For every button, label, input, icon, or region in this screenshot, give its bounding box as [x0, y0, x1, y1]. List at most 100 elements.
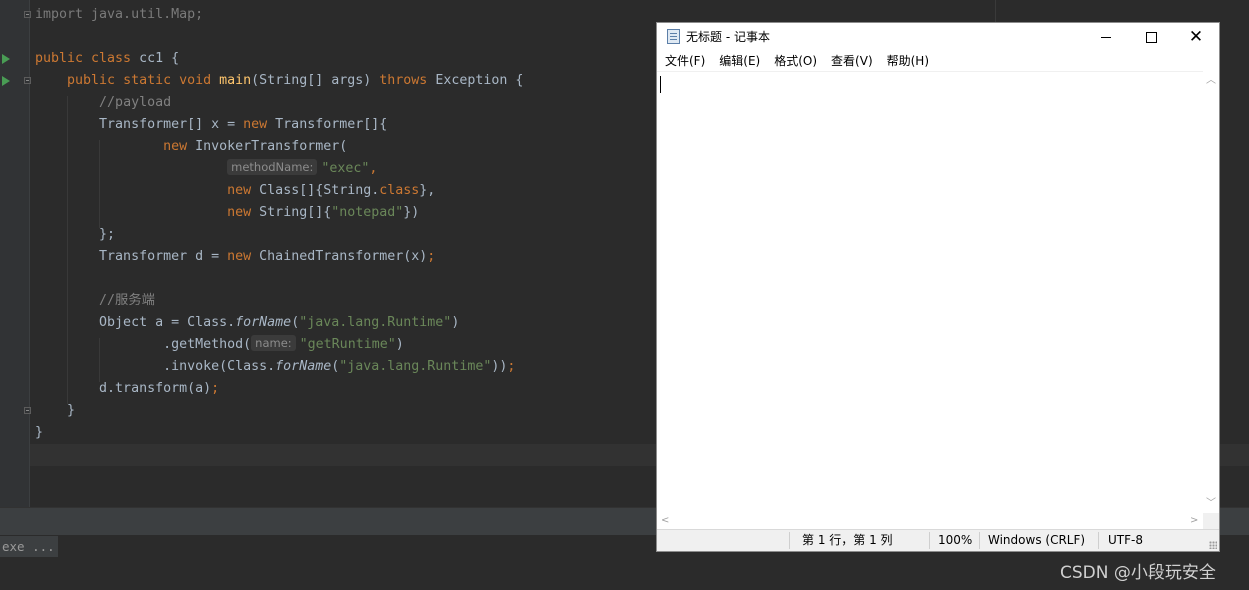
parameter-hint: methodName: — [227, 159, 318, 175]
run-main-icon[interactable] — [2, 76, 10, 86]
code-token: public static void — [67, 73, 220, 88]
parameter-hint: name: — [251, 335, 296, 351]
code-line[interactable]: new InvokerTransformer( — [35, 136, 523, 158]
code-token: Transformer d = — [35, 249, 228, 264]
code-token: ; — [507, 359, 516, 374]
menu-help[interactable]: 帮助(H) — [880, 51, 936, 71]
menu-view[interactable]: 查看(V) — [824, 51, 880, 71]
code-token: String[]{ — [259, 205, 332, 220]
code-line[interactable]: d.transform(a); — [35, 378, 523, 400]
code-line[interactable]: } — [35, 422, 523, 444]
code-line[interactable]: .getMethod(name: "getRuntime") — [35, 334, 523, 356]
code-line[interactable]: methodName: "exec", — [35, 158, 523, 180]
code-token: , — [369, 161, 378, 176]
notepad-title: 无标题 - 记事本 — [686, 30, 770, 44]
code-token: }, — [419, 183, 436, 198]
menu-edit[interactable]: 编辑(E) — [712, 51, 767, 71]
code-line[interactable]: .invoke(Class.forName("java.lang.Runtime… — [35, 356, 523, 378]
code-token: Transformer[] x = — [35, 117, 244, 132]
status-separator — [929, 532, 930, 549]
code-line[interactable] — [35, 268, 523, 290]
status-zoom: 100% — [938, 533, 973, 547]
code-token: new — [227, 249, 260, 264]
code-token: new — [227, 205, 260, 220]
code-line[interactable]: public class cc1 { — [35, 48, 523, 70]
code-token: "java.lang.Runtime" — [299, 315, 452, 330]
code-token: )) — [491, 359, 508, 374]
code-token: "exec" — [321, 161, 370, 176]
code-token: Exception { — [435, 73, 524, 88]
code-token: InvokerTransformer( — [195, 139, 348, 154]
fold-import-icon[interactable] — [24, 11, 31, 18]
code-line[interactable]: Transformer[] x = new Transformer[]{ — [35, 114, 523, 136]
code-token: "getRuntime" — [299, 337, 396, 352]
code-token: main — [219, 73, 252, 88]
code-token: "notepad" — [331, 205, 404, 220]
code-line[interactable]: } — [35, 400, 523, 422]
code-line[interactable]: //服务端 — [35, 290, 523, 312]
code-token: Object a = Class. — [35, 315, 236, 330]
code-line[interactable]: new String[]{"notepad"}) — [35, 202, 523, 224]
code-token: .getMethod( — [35, 337, 252, 352]
horizontal-scrollbar[interactable]: < > — [657, 513, 1203, 529]
code-line[interactable]: new Class[]{String.class}, — [35, 180, 523, 202]
code-token: class — [379, 183, 420, 198]
code-token: ; — [427, 249, 436, 264]
code-line[interactable]: Object a = Class.forName("java.lang.Runt… — [35, 312, 523, 334]
scroll-up-icon[interactable]: ︿ — [1206, 76, 1216, 86]
code-editor[interactable]: import java.util.Map; public class cc1 {… — [35, 4, 523, 444]
notepad-menubar: 文件(F) 编辑(E) 格式(O) 查看(V) 帮助(H) — [657, 51, 1220, 71]
code-token: ) — [451, 315, 460, 330]
code-token: ( — [291, 315, 300, 330]
code-line[interactable] — [35, 26, 523, 48]
code-line[interactable]: Transformer d = new ChainedTransformer(x… — [35, 246, 523, 268]
scroll-right-icon[interactable]: > — [1190, 516, 1198, 526]
scroll-down-icon[interactable]: ﹀ — [1206, 499, 1216, 509]
resize-grip-icon[interactable] — [1209, 541, 1217, 549]
run-class-icon[interactable] — [2, 54, 10, 64]
code-line[interactable]: public static void main(String[] args) t… — [35, 70, 523, 92]
code-token: .invoke(Class. — [35, 359, 276, 374]
vertical-scrollbar[interactable]: ︿ ﹀ — [1203, 71, 1219, 513]
watermark: CSDN @小段玩安全 — [1060, 563, 1216, 583]
code-token: Transformer[]{ — [275, 117, 388, 132]
code-token: "java.lang.Runtime" — [339, 359, 492, 374]
status-separator — [789, 532, 790, 549]
menu-file[interactable]: 文件(F) — [658, 51, 712, 71]
code-token: new — [163, 139, 196, 154]
code-token: ChainedTransformer(x) — [259, 249, 428, 264]
status-cursor-position: 第 1 行，第 1 列 — [802, 533, 893, 547]
fold-main-end-icon[interactable] — [24, 407, 31, 414]
menu-format[interactable]: 格式(O) — [767, 51, 824, 71]
scroll-left-icon[interactable]: < — [661, 516, 669, 526]
code-token: ) — [395, 337, 404, 352]
notepad-titlebar[interactable]: 无标题 - 记事本 ✕ — [657, 23, 1219, 51]
code-token: cc1 { — [139, 51, 180, 66]
scrollbar-corner — [1203, 513, 1219, 529]
code-line[interactable]: import java.util.Map; — [35, 4, 523, 26]
notepad-statusbar: 第 1 行，第 1 列 100% Windows (CRLF) UTF-8 — [657, 529, 1219, 551]
code-line[interactable]: //payload — [35, 92, 523, 114]
close-icon: ✕ — [1188, 27, 1204, 47]
maximize-button[interactable] — [1128, 23, 1174, 51]
notepad-text-area[interactable] — [657, 71, 1203, 514]
code-token: //payload — [99, 95, 172, 110]
code-token: }) — [403, 205, 420, 220]
code-token: forName — [235, 315, 292, 330]
minimize-button[interactable] — [1083, 23, 1129, 51]
code-token: }; — [35, 227, 116, 242]
code-token: Class[]{String. — [259, 183, 380, 198]
exe-tab[interactable]: exe ... — [0, 536, 58, 557]
code-line[interactable]: }; — [35, 224, 523, 246]
code-token: new — [243, 117, 276, 132]
status-line-ending: Windows (CRLF) — [988, 533, 1086, 547]
code-token: } — [35, 403, 76, 418]
notepad-window: 无标题 - 记事本 ✕ 文件(F) 编辑(E) 格式(O) 查看(V) 帮助(H… — [656, 22, 1220, 552]
fold-main-icon[interactable] — [24, 77, 31, 84]
close-button[interactable]: ✕ — [1173, 23, 1219, 51]
